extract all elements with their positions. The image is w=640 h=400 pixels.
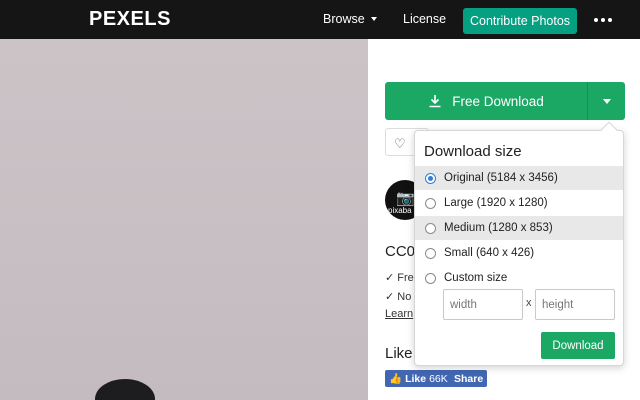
option-label: Large (1920 x 1280) [444,197,548,209]
radio-original[interactable] [425,172,436,184]
more-options-icon[interactable] [594,18,612,22]
facebook-like-label: Like [405,372,427,385]
option-medium[interactable]: Medium (1280 x 853) [415,216,623,240]
dropdown-title: Download size [424,143,522,160]
download-size-dropdown: Download size Original (5184 x 3456) Lar… [414,121,624,366]
option-label: Small (640 x 426) [444,247,535,259]
option-small[interactable]: Small (640 x 426) [415,241,623,265]
license-title: CC0 [385,243,416,260]
photo [0,39,368,400]
photo-subject [95,379,155,400]
option-label: Original (5184 x 3456) [444,172,558,184]
option-label: Medium (1280 x 853) [444,222,553,234]
free-download-label: Free Download [452,93,544,109]
heart-icon: ♡ [394,136,406,151]
option-large[interactable]: Large (1920 x 1280) [415,191,623,215]
download-options-toggle[interactable] [587,82,625,120]
custom-width-input[interactable] [443,289,523,320]
learn-more-link[interactable]: Learn [385,308,413,320]
facebook-share-button[interactable]: Share [450,370,488,387]
avatar-text: pixaba [388,206,412,215]
facebook-like-button[interactable]: 👍 Like 66K [385,370,452,387]
facebook-like-count: 66K [429,372,448,385]
top-navbar: PEXELS Browse License Contribute Photos [0,0,640,39]
radio-large[interactable] [425,197,436,209]
option-label: Custom size [444,272,508,284]
camera-icon: 📷 [396,190,415,207]
option-original[interactable]: Original (5184 x 3456) [415,166,623,190]
radio-medium[interactable] [425,222,436,234]
radio-custom[interactable] [425,272,436,284]
custom-height-input[interactable] [535,289,615,320]
chevron-down-icon [602,98,611,104]
page: PEXELS Browse License Contribute Photos … [0,0,640,400]
times-symbol: x [526,297,532,309]
pexels-logo[interactable]: PEXELS [89,8,171,31]
download-icon [429,95,441,108]
radio-small[interactable] [425,247,436,259]
license-link[interactable]: License [403,12,446,26]
contribute-photos-button[interactable]: Contribute Photos [463,8,577,34]
free-download-button[interactable]: Free Download [385,82,587,120]
thumbs-up-icon: 👍 [389,373,403,385]
browse-label: Browse [323,12,365,26]
download-button[interactable]: Download [541,332,615,359]
browse-menu[interactable]: Browse [323,12,377,26]
chevron-down-icon [370,17,377,21]
option-custom[interactable]: Custom size [415,266,623,290]
like-section-title: Like [385,345,413,362]
